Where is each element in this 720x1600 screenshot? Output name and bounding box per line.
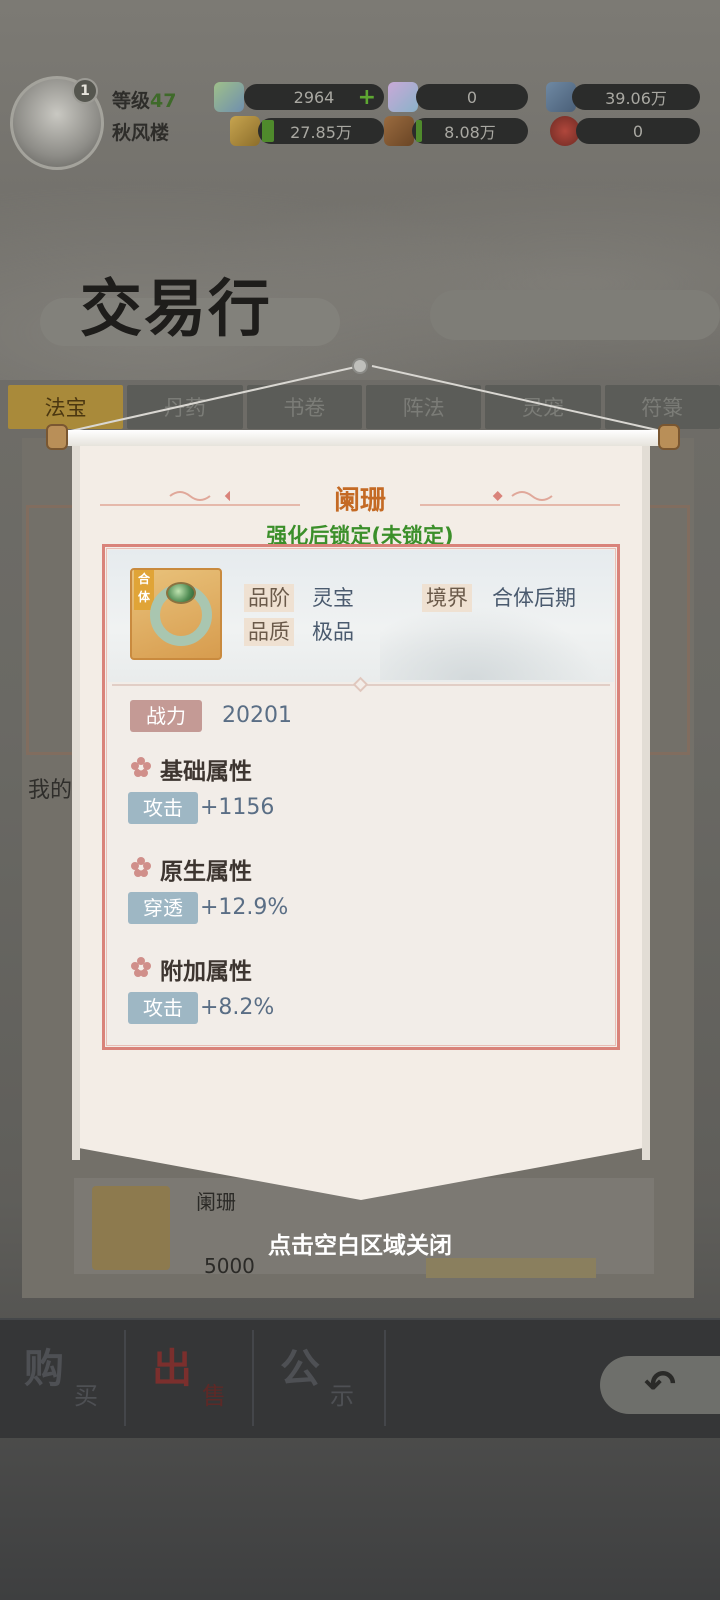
power-value: 20201	[222, 703, 292, 728]
base-attributes-heading: 基础属性	[160, 759, 252, 785]
buy-button[interactable]: 购 买	[6, 1336, 126, 1416]
resource-gold: 27.85万	[258, 118, 384, 144]
penetration-value: +12.9%	[200, 895, 289, 920]
quality-label: 品质	[244, 618, 294, 646]
add-resource-button[interactable]: +	[358, 85, 376, 110]
resource-gold-fill	[262, 120, 274, 142]
flower-icon	[131, 957, 151, 977]
nav-divider	[252, 1330, 254, 1426]
scroll-rod-cap	[46, 424, 68, 450]
resource-crystal: 0	[416, 84, 528, 110]
close-hint[interactable]: 点击空白区域关闭	[0, 1226, 720, 1260]
resource-gem: 39.06万	[572, 84, 700, 110]
player-level: 等级47	[112, 86, 176, 113]
hanging-knob	[352, 358, 368, 374]
notice-button[interactable]: 公 示	[262, 1336, 382, 1416]
resource-ore-fill	[416, 120, 422, 142]
resource-ore: 8.08万	[412, 118, 528, 144]
gold-ingot-icon	[230, 116, 260, 146]
scroll-rod-cap	[658, 424, 680, 450]
power-label: 战力	[130, 700, 202, 732]
page-title: 交易行	[80, 272, 273, 345]
quality-value: 极品	[312, 620, 354, 644]
extra-attributes-heading: 附加属性	[160, 959, 252, 985]
nav-divider	[384, 1330, 386, 1426]
sell-button[interactable]: 出 售	[134, 1336, 254, 1416]
penetration-label: 穿透	[128, 892, 198, 924]
landscape-decoration	[380, 600, 610, 680]
page-title-banner: 交易行	[40, 258, 340, 358]
flower-icon	[131, 857, 151, 877]
flower-icon	[131, 757, 151, 777]
player-name: 秋风楼	[112, 122, 170, 144]
listing-action-button[interactable]	[426, 1258, 596, 1278]
nav-divider	[124, 1330, 126, 1426]
grade-label: 品阶	[244, 584, 294, 612]
attack-bonus-value: +8.2%	[200, 995, 275, 1020]
hanging-strings	[66, 365, 666, 433]
item-name-title: 阑珊	[333, 486, 386, 516]
spirit-stone-icon	[214, 82, 244, 112]
level-label: 等级	[112, 90, 151, 112]
attack-label: 攻击	[128, 792, 198, 824]
native-attributes-heading: 原生属性	[160, 859, 252, 885]
gem-icon	[166, 582, 196, 604]
avatar-badge: 1	[72, 78, 98, 104]
realm-value: 合体后期	[492, 586, 576, 610]
attack-bonus-label: 攻击	[128, 992, 198, 1024]
crystal-icon	[388, 82, 418, 112]
scroll-rod	[52, 430, 676, 446]
resource-spirit-stone: 2964 +	[244, 84, 384, 110]
resource-seal: 0	[576, 118, 700, 144]
listing-item-name: 阑珊	[196, 1190, 236, 1214]
back-arrow-icon: ↶	[644, 1362, 676, 1406]
my-listings-label: 我的	[28, 778, 73, 803]
attack-value: +1156	[200, 795, 275, 820]
cloud-ornament	[430, 290, 720, 340]
level-value: 47	[150, 90, 177, 112]
grade-value: 灵宝	[312, 586, 354, 610]
realm-label: 境界	[422, 584, 472, 612]
ore-icon	[384, 116, 414, 146]
